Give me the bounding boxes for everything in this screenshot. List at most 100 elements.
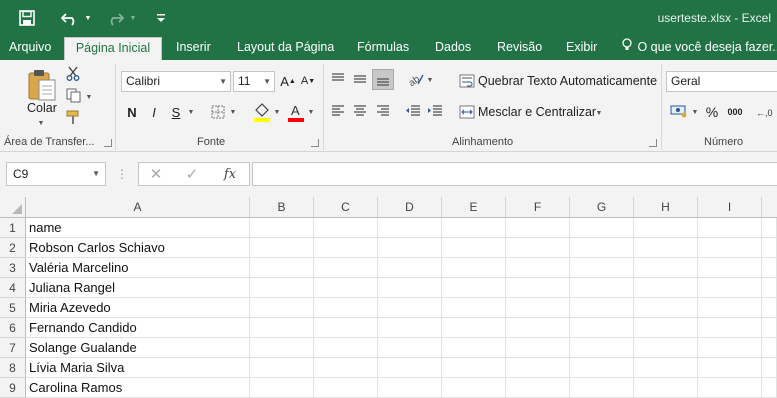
table-cell[interactable] bbox=[378, 218, 442, 238]
table-cell[interactable] bbox=[378, 378, 442, 398]
row-header[interactable]: 8 bbox=[0, 358, 26, 378]
underline-button[interactable]: S bbox=[168, 102, 184, 122]
formula-input[interactable] bbox=[252, 162, 777, 186]
redo-dropdown-icon[interactable]: ▼ bbox=[128, 12, 138, 24]
row-header[interactable]: 6 bbox=[0, 318, 26, 338]
table-cell[interactable] bbox=[698, 358, 762, 378]
table-cell[interactable] bbox=[698, 338, 762, 358]
table-cell[interactable] bbox=[570, 318, 634, 338]
table-cell[interactable] bbox=[634, 318, 698, 338]
bold-button[interactable]: N bbox=[124, 102, 140, 122]
align-top-icon[interactable] bbox=[329, 70, 347, 88]
column-header[interactable]: H bbox=[634, 197, 698, 218]
align-left-icon[interactable] bbox=[329, 102, 347, 120]
increase-indent-icon[interactable] bbox=[426, 102, 444, 120]
drag-handle-icon[interactable]: ⋮ bbox=[116, 166, 128, 182]
column-header[interactable]: I bbox=[698, 197, 762, 218]
table-cell-name[interactable]: Fernando Candido bbox=[26, 318, 250, 338]
font-name-combo[interactable]: Calibri ▼ bbox=[121, 71, 231, 92]
copy-dropdown-icon[interactable]: ▼ bbox=[84, 92, 94, 102]
table-cell[interactable] bbox=[634, 238, 698, 258]
percent-button[interactable]: % bbox=[704, 102, 720, 122]
table-cell[interactable] bbox=[698, 258, 762, 278]
table-cell[interactable] bbox=[250, 318, 314, 338]
table-cell[interactable] bbox=[570, 238, 634, 258]
tab-formulas[interactable]: Fórmulas bbox=[348, 37, 418, 60]
table-cell[interactable] bbox=[506, 238, 570, 258]
table-cell[interactable] bbox=[378, 338, 442, 358]
table-cell[interactable] bbox=[762, 278, 777, 298]
merge-dropdown-icon[interactable]: ▼ bbox=[595, 108, 603, 118]
column-header[interactable]: B bbox=[250, 197, 314, 218]
table-cell[interactable] bbox=[250, 258, 314, 278]
table-cell[interactable] bbox=[314, 258, 378, 278]
table-cell[interactable] bbox=[506, 338, 570, 358]
select-all-button[interactable] bbox=[0, 197, 26, 218]
table-cell[interactable] bbox=[442, 258, 506, 278]
insert-function-icon[interactable]: fx bbox=[219, 165, 241, 183]
tab-inserir[interactable]: Inserir bbox=[167, 37, 220, 60]
table-cell[interactable] bbox=[762, 338, 777, 358]
font-color-icon[interactable]: A bbox=[286, 101, 306, 123]
tell-me-box[interactable]: O que você deseja fazer... bbox=[622, 37, 777, 60]
table-cell[interactable] bbox=[442, 338, 506, 358]
column-header[interactable]: E bbox=[442, 197, 506, 218]
table-cell[interactable] bbox=[314, 358, 378, 378]
table-cell[interactable] bbox=[698, 218, 762, 238]
table-cell[interactable] bbox=[506, 358, 570, 378]
tab-arquivo[interactable]: Arquivo bbox=[0, 37, 60, 60]
table-cell[interactable] bbox=[570, 298, 634, 318]
table-cell[interactable] bbox=[314, 378, 378, 398]
table-cell-name[interactable]: Carolina Ramos bbox=[26, 378, 250, 398]
tab-revisao[interactable]: Revisão bbox=[488, 37, 551, 60]
table-cell[interactable] bbox=[570, 338, 634, 358]
alignment-launcher-icon[interactable] bbox=[649, 139, 657, 147]
table-cell[interactable] bbox=[506, 218, 570, 238]
table-cell[interactable] bbox=[698, 378, 762, 398]
table-cell[interactable] bbox=[570, 358, 634, 378]
customize-qat-icon[interactable] bbox=[154, 10, 168, 26]
table-cell[interactable] bbox=[378, 298, 442, 318]
underline-dropdown-icon[interactable]: ▼ bbox=[187, 107, 195, 117]
table-cell[interactable] bbox=[698, 238, 762, 258]
format-painter-icon[interactable] bbox=[64, 109, 82, 126]
fill-color-dropdown-icon[interactable]: ▼ bbox=[273, 107, 281, 117]
font-launcher-icon[interactable] bbox=[311, 139, 319, 147]
orientation-icon[interactable]: ab bbox=[407, 70, 425, 88]
table-cell[interactable] bbox=[762, 358, 777, 378]
undo-dropdown-icon[interactable]: ▼ bbox=[83, 12, 93, 24]
column-header[interactable]: D bbox=[378, 197, 442, 218]
paste-dropdown-icon[interactable]: ▼ bbox=[32, 118, 50, 128]
row-header[interactable]: 7 bbox=[0, 338, 26, 358]
redo-icon[interactable] bbox=[105, 8, 125, 28]
table-cell[interactable] bbox=[570, 218, 634, 238]
table-cell[interactable] bbox=[634, 258, 698, 278]
font-size-combo[interactable]: 11 ▼ bbox=[233, 71, 275, 92]
table-cell[interactable] bbox=[250, 358, 314, 378]
table-cell-name[interactable]: Juliana Rangel bbox=[26, 278, 250, 298]
table-cell[interactable] bbox=[314, 298, 378, 318]
align-center-icon[interactable] bbox=[351, 102, 369, 120]
table-cell[interactable] bbox=[378, 318, 442, 338]
tab-dados[interactable]: Dados bbox=[426, 37, 480, 60]
table-cell[interactable] bbox=[506, 318, 570, 338]
currency-icon[interactable] bbox=[669, 102, 689, 120]
table-cell[interactable] bbox=[250, 338, 314, 358]
table-cell[interactable] bbox=[442, 378, 506, 398]
tab-pagina-inicial[interactable]: Página Inicial bbox=[64, 37, 162, 60]
table-cell[interactable] bbox=[378, 258, 442, 278]
table-cell[interactable] bbox=[506, 378, 570, 398]
cut-icon[interactable] bbox=[64, 65, 82, 82]
tab-exibir[interactable]: Exibir bbox=[557, 37, 606, 60]
confirm-icon[interactable]: ✓ bbox=[183, 165, 201, 183]
wrap-text-button[interactable]: Quebrar Texto Automaticamente bbox=[478, 74, 657, 88]
row-header[interactable]: 9 bbox=[0, 378, 26, 398]
row-header[interactable]: 3 bbox=[0, 258, 26, 278]
table-cell[interactable] bbox=[762, 238, 777, 258]
column-header[interactable]: F bbox=[506, 197, 570, 218]
borders-icon[interactable] bbox=[209, 102, 227, 122]
table-cell[interactable] bbox=[314, 238, 378, 258]
align-right-icon[interactable] bbox=[374, 102, 392, 120]
table-cell[interactable] bbox=[442, 358, 506, 378]
table-cell[interactable] bbox=[762, 258, 777, 278]
